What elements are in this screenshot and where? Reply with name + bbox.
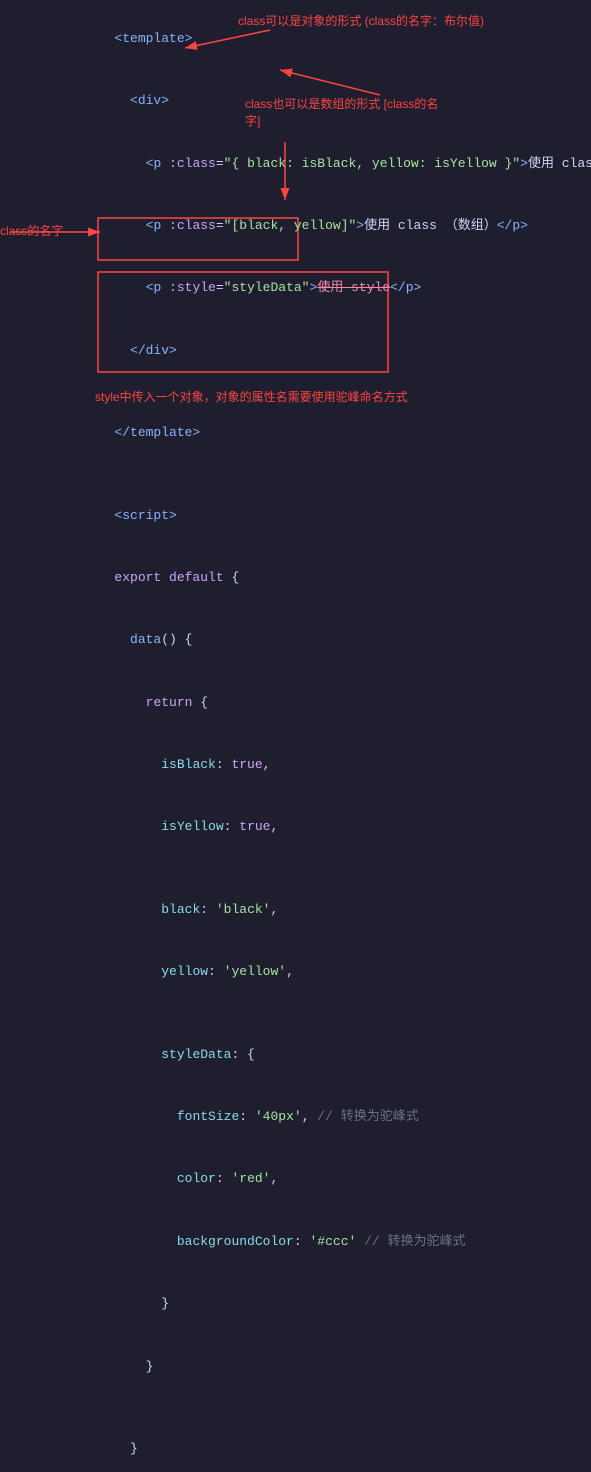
line-script: <script> xyxy=(8,485,591,547)
line-black: black: 'black', xyxy=(8,879,591,941)
line-isblack: isBlack: true, xyxy=(8,734,591,796)
line-blank1 xyxy=(8,465,591,485)
line-1: <template> xyxy=(8,8,591,70)
code-content: <template> <div> <p :class="{ black: isB… xyxy=(0,0,591,1472)
line-3: <p :class="{ black: isBlack, yellow: isY… xyxy=(8,133,591,195)
line-blank2 xyxy=(8,859,591,879)
line-styledata: styleData: { xyxy=(8,1024,591,1086)
line-8: </template> xyxy=(8,402,591,464)
line-bgcolor: backgroundColor: '#ccc' // 转换为驼峰式 xyxy=(8,1211,591,1273)
line-data: data() { xyxy=(8,610,591,672)
line-4: <p :class="[black, yellow]">使用 class （数组… xyxy=(8,195,591,257)
line-close-return: } xyxy=(8,1336,591,1398)
line-yellow: yellow: 'yellow', xyxy=(8,941,591,1003)
line-fontsize: fontSize: '40px', // 转换为驼峰式 xyxy=(8,1086,591,1148)
line-blank3 xyxy=(8,1004,591,1024)
line-isyellow: isYellow: true, xyxy=(8,797,591,859)
line-color: color: 'red', xyxy=(8,1149,591,1211)
line-5: <p :style="styleData">使用 style</p> xyxy=(8,258,591,320)
line-6: </div> xyxy=(8,320,591,382)
code-editor: class可以是对象的形式 (class的名字：布尔值) class也可以是数组… xyxy=(0,0,591,1472)
line-close-data: } xyxy=(8,1418,591,1472)
line-export: export default { xyxy=(8,547,591,609)
line-2: <div> xyxy=(8,70,591,132)
line-7 xyxy=(8,382,591,402)
line-close-style: } xyxy=(8,1273,591,1335)
line-blank4 xyxy=(8,1398,591,1418)
line-return: return { xyxy=(8,672,591,734)
